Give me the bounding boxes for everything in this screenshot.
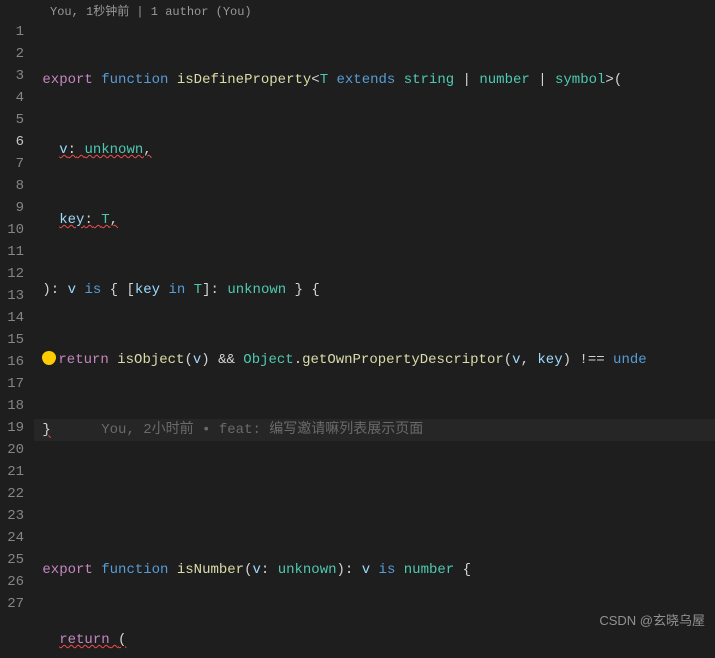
line-number: 4 [0,87,24,109]
line-number: 18 [0,395,24,417]
code-line[interactable] [34,489,715,511]
line-number: 20 [0,439,24,461]
line-number: 10 [0,219,24,241]
line-number: 22 [0,483,24,505]
line-number: 23 [0,505,24,527]
line-number: 5 [0,109,24,131]
code-line[interactable]: return isObject(v) && Object.getOwnPrope… [34,349,715,371]
code-line[interactable]: ): v is { [key in T]: unknown } { [34,279,715,301]
id-Object: Object [243,352,293,368]
type-number: number [404,562,454,578]
param-v: v [252,562,260,578]
param-key: key [59,212,84,228]
code-line[interactable]: export function isNumber(v: unknown): v … [34,559,715,581]
line-number: 15 [0,329,24,351]
line-number: 19 [0,417,24,439]
type-unknown: unknown [278,562,337,578]
kw-in: in [169,282,186,298]
id-key: key [135,282,160,298]
line-number: 14 [0,307,24,329]
line-number: 8 [0,175,24,197]
kw-function: function [101,72,168,88]
fn-isNumber: isNumber [177,562,244,578]
kw-extends: extends [337,72,396,88]
line-number: 27 [0,593,24,615]
type-symbol: symbol [555,72,605,88]
type-T: T [101,212,109,228]
code-line[interactable]: return ( [34,629,715,651]
line-number: 7 [0,153,24,175]
line-number: 1 [0,21,24,43]
type-param: T [320,72,328,88]
line-number: 24 [0,527,24,549]
line-number: 3 [0,65,24,87]
id-v: v [68,282,76,298]
param-v: v [59,142,67,158]
kw-is: is [379,562,396,578]
kw-function: function [101,562,168,578]
type-string: string [404,72,454,88]
line-number: 17 [0,373,24,395]
type-unknown: unknown [84,142,143,158]
arg-v2: v [512,352,520,368]
code-line[interactable]: v: unknown, [34,139,715,161]
type-unknown2: unknown [227,282,286,298]
code-content[interactable]: export function isDefineProperty<T exten… [34,21,715,658]
id-v: v [362,562,370,578]
line-number: 6 [0,131,24,153]
line-number: 26 [0,571,24,593]
watermark: CSDN @玄晓乌屋 [599,610,705,629]
codelens-text: You, 1秒钟前 | 1 author (You) [50,2,252,19]
code-line[interactable]: export function isDefineProperty<T exten… [34,69,715,91]
fn-gopd: getOwnPropertyDescriptor [302,352,504,368]
line-number: 12 [0,263,24,285]
kw-return: return [58,352,108,368]
line-number: 2 [0,43,24,65]
line-number-gutter: 1 2 3 4 5 6 7 8 9 10 11 12 13 14 15 16 1… [0,21,34,658]
type-T2: T [194,282,202,298]
line-number: 16 [0,351,24,373]
codelens-authors[interactable]: You, 1秒钟前 | 1 author (You) [0,0,715,21]
type-number: number [479,72,529,88]
line-number: 21 [0,461,24,483]
kw-return: return [59,632,109,648]
watermark-text: CSDN @玄晓乌屋 [599,613,705,628]
line-number: 11 [0,241,24,263]
git-blame-inline: You, 2小时前 • feat: 编写邀请嘛列表展示页面 [101,422,423,438]
code-line[interactable]: key: T, [34,209,715,231]
code-editor[interactable]: 1 2 3 4 5 6 7 8 9 10 11 12 13 14 15 16 1… [0,21,715,658]
blame-sep: • [194,422,219,438]
kw-export: export [42,562,92,578]
fn-isObject: isObject [117,352,184,368]
code-line[interactable]: } You, 2小时前 • feat: 编写邀请嘛列表展示页面 [34,419,715,441]
id-unde: unde [613,352,647,368]
line-number: 25 [0,549,24,571]
arg-v: v [193,352,201,368]
fn-name: isDefineProperty [177,72,311,88]
line-number: 13 [0,285,24,307]
arg-key: key [537,352,562,368]
lightbulb-icon[interactable] [42,351,56,365]
line-number: 9 [0,197,24,219]
kw-is: is [84,282,101,298]
blame-msg: feat: 编写邀请嘛列表展示页面 [219,422,423,438]
blame-author: You, 2小时前 [101,422,193,438]
kw-export: export [42,72,92,88]
